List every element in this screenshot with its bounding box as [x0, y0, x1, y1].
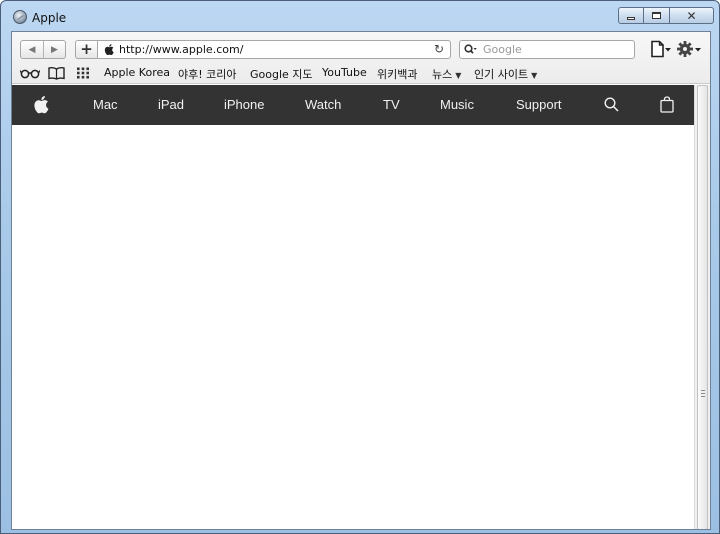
- site-favicon-apple-icon: [104, 44, 114, 56]
- bookmark-apple-korea[interactable]: Apple Korea: [104, 66, 170, 79]
- safari-compass-icon: [13, 10, 27, 24]
- nav-item-support[interactable]: Support: [516, 97, 562, 112]
- bookmark-wikipedia[interactable]: 위키백과: [377, 66, 417, 82]
- search-icon[interactable]: [604, 97, 619, 112]
- search-placeholder: Google: [483, 43, 522, 56]
- maximize-icon: [652, 12, 661, 19]
- window-title: Apple: [32, 11, 67, 25]
- close-button[interactable]: ✕: [670, 7, 714, 24]
- forward-button[interactable]: ▶: [43, 41, 65, 58]
- vertical-scrollbar[interactable]: [694, 85, 710, 529]
- navigation-buttons: ◀ ▶: [20, 40, 66, 59]
- reading-list-glasses-icon[interactable]: [20, 66, 40, 80]
- bookmark-folder-popular-sites-label: 인기 사이트: [474, 68, 529, 81]
- page-menu-icon[interactable]: [650, 40, 672, 58]
- gear-icon[interactable]: [676, 39, 702, 59]
- chevron-down-icon: ▼: [455, 71, 462, 80]
- browser-window: Apple ✕ ◀ ▶ + http://www.apple.com/ ↻ Go…: [0, 0, 720, 534]
- forward-arrow-icon: ▶: [51, 44, 58, 55]
- search-engine-menu-icon[interactable]: [464, 44, 477, 56]
- scrollbar-grip-icon: [701, 390, 705, 397]
- nav-item-mac[interactable]: Mac: [93, 97, 118, 112]
- nav-item-watch[interactable]: Watch: [305, 97, 341, 112]
- chevron-down-icon: ▼: [531, 71, 538, 80]
- nav-item-tv[interactable]: TV: [383, 97, 400, 112]
- browser-client-area: ◀ ▶ + http://www.apple.com/ ↻ Google App…: [11, 31, 711, 530]
- bookmark-folder-news-label: 뉴스: [432, 68, 453, 81]
- window-controls: ✕: [618, 7, 714, 24]
- apple-logo-icon[interactable]: [33, 95, 49, 114]
- apple-global-nav: Mac iPad iPhone Watch TV Music Support: [12, 85, 694, 125]
- address-bar[interactable]: http://www.apple.com/ ↻: [97, 40, 451, 59]
- nav-item-music[interactable]: Music: [440, 97, 474, 112]
- close-icon: ✕: [686, 8, 697, 23]
- maximize-button[interactable]: [644, 7, 670, 24]
- plus-icon: +: [80, 40, 93, 58]
- bookmark-folder-popular-sites[interactable]: 인기 사이트 ▼: [474, 66, 537, 82]
- web-page: Mac iPad iPhone Watch TV Music Support: [12, 85, 694, 529]
- minimize-button[interactable]: [618, 7, 644, 24]
- bookmark-yahoo-korea[interactable]: 야후! 코리아: [178, 66, 237, 82]
- bookmarks-bar: Apple Korea 야후! 코리아 Google 지도 YouTube 위키…: [12, 63, 710, 83]
- back-button[interactable]: ◀: [21, 41, 43, 58]
- scrollbar-thumb[interactable]: [697, 85, 708, 529]
- add-bookmark-button[interactable]: +: [75, 40, 97, 59]
- browser-toolbar: ◀ ▶ + http://www.apple.com/ ↻ Google App…: [12, 32, 710, 84]
- nav-item-iphone[interactable]: iPhone: [224, 97, 264, 112]
- bookmark-google-maps[interactable]: Google 지도: [250, 66, 313, 82]
- top-sites-grid-icon[interactable]: [76, 66, 90, 80]
- nav-item-ipad[interactable]: iPad: [158, 97, 184, 112]
- reload-icon[interactable]: ↻: [434, 42, 444, 56]
- bookmarks-book-icon[interactable]: [48, 66, 65, 80]
- shopping-bag-icon[interactable]: [660, 96, 674, 113]
- bookmark-youtube[interactable]: YouTube: [322, 66, 367, 79]
- minimize-icon: [627, 17, 635, 20]
- bookmark-folder-news[interactable]: 뉴스 ▼: [432, 66, 461, 82]
- search-field[interactable]: Google: [459, 40, 635, 59]
- back-arrow-icon: ◀: [28, 44, 36, 55]
- url-text: http://www.apple.com/: [119, 43, 244, 56]
- title-bar: Apple ✕: [1, 1, 719, 31]
